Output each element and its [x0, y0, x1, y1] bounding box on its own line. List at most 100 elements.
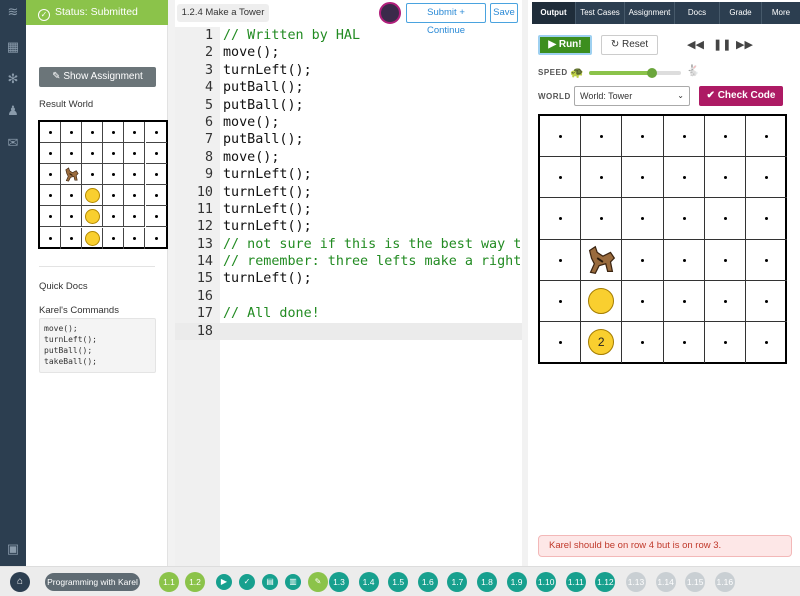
code-line[interactable]: 11 turnLeft();	[175, 201, 522, 218]
result-world-label: Result World	[39, 99, 94, 110]
unit-button[interactable]: 1.2	[185, 572, 205, 592]
speed-label: SPEED	[538, 68, 568, 77]
save-button[interactable]: Save	[490, 3, 518, 23]
reset-button[interactable]: ↻ Reset	[601, 35, 658, 55]
rewind-icon[interactable]: ◀◀	[687, 38, 704, 51]
grid-cell	[581, 157, 623, 199]
left-panel: ✓ Status: Submitted ✎ Show Assignment Res…	[26, 0, 168, 566]
grid-dot	[112, 194, 116, 198]
run-button[interactable]: ▶ Run!	[538, 35, 592, 55]
course-pill[interactable]: Programming with Karel	[45, 573, 140, 591]
lesson-button[interactable]: 1.7	[447, 572, 468, 592]
tab-output[interactable]: Output	[532, 2, 576, 24]
code-line[interactable]: 13 // not sure if this is the best way to	[175, 236, 529, 253]
code-line[interactable]: 6 move();	[175, 114, 522, 131]
grid-cell	[540, 322, 582, 364]
tab-assignment[interactable]: Assignment	[625, 2, 675, 24]
speed-slider-knob[interactable]	[646, 68, 657, 78]
lesson-button[interactable]: 1.6	[417, 572, 438, 592]
tab-more[interactable]: More	[762, 2, 800, 24]
gear-icon[interactable]: ✻	[6, 72, 20, 86]
grid-dot	[723, 135, 727, 138]
world-label: WORLD	[538, 92, 571, 101]
world-select[interactable]: World: Tower ⌄	[574, 86, 690, 106]
lesson-button-locked[interactable]: 1.16	[714, 572, 735, 592]
file-tab[interactable]: 1.2.4 Make a Tower	[177, 4, 269, 22]
lesson-button[interactable]: 1.11	[565, 572, 586, 592]
grid-cell	[622, 116, 664, 158]
lesson-button[interactable]: 1.5	[388, 572, 409, 592]
left-splitter[interactable]	[168, 0, 175, 566]
code-area[interactable]: 1// Written by HAL 2 move(); 3 turnLeft(); 4 p…	[175, 27, 529, 341]
code-line[interactable]: 17 // All done!	[175, 305, 522, 322]
grid-cell	[61, 164, 83, 186]
line-number: 12	[196, 219, 213, 235]
video-icon[interactable]: ▶	[216, 574, 232, 590]
grid-dot	[723, 258, 727, 262]
speed-slider[interactable]	[589, 68, 681, 78]
grid-cell	[124, 206, 146, 228]
code-text: turnLeft();	[223, 201, 312, 217]
lesson-button-locked[interactable]: 1.13	[626, 572, 646, 592]
logo-icon[interactable]: ≋	[6, 5, 20, 19]
unit-button[interactable]: 1.1	[159, 572, 179, 592]
page-icon[interactable]: ▥	[285, 574, 301, 590]
lesson-button[interactable]: 1.10	[536, 572, 557, 592]
lesson-button-locked[interactable]: 1.15	[685, 572, 706, 592]
doc-icon[interactable]: ▤	[262, 574, 278, 590]
code-line[interactable]: 9 turnLeft();	[175, 166, 522, 183]
line-number: 11	[196, 201, 213, 217]
karels-commands-label: Karel's Commands	[39, 305, 119, 316]
avatar[interactable]	[379, 2, 401, 24]
grid-dot	[559, 258, 562, 262]
code-line[interactable]: 1 // Written by HAL	[175, 27, 522, 44]
code-line[interactable]: 3 turnLeft();	[175, 62, 522, 79]
quiz-icon[interactable]: ✓	[239, 574, 255, 590]
pause-icon[interactable]: ❚❚	[713, 38, 731, 51]
lesson-button[interactable]: 1.12	[595, 572, 616, 592]
grid-cell	[103, 122, 125, 143]
reset-icon: ↻	[610, 39, 623, 50]
grid-cell	[82, 143, 104, 165]
code-line[interactable]: 15 turnLeft();	[175, 270, 522, 287]
lesson-button-locked[interactable]: 1.14	[655, 572, 676, 592]
grid-dot	[682, 176, 686, 180]
check-code-button[interactable]: ✔ Check Code	[699, 86, 783, 106]
karel-dog-icon	[582, 241, 620, 282]
tab-grade[interactable]: Grade	[720, 2, 762, 24]
code-line[interactable]: 7 putBall();	[175, 131, 522, 148]
grid-cell	[124, 122, 146, 143]
code-line[interactable]: 16	[175, 288, 522, 305]
code-line[interactable]: 4 putBall();	[175, 79, 522, 96]
grid-cell	[103, 206, 125, 228]
code-line[interactable]: 8 move();	[175, 149, 522, 166]
line-number: 5	[204, 97, 213, 113]
code-line[interactable]: 10 turnLeft();	[175, 184, 522, 201]
code-line[interactable]: 2 move();	[175, 44, 522, 61]
submit-continue-button[interactable]: Submit + Continue	[406, 3, 486, 36]
chat-icon[interactable]: ✉	[6, 136, 20, 150]
lesson-button[interactable]: 1.9	[506, 572, 527, 592]
home-icon[interactable]: ⌂	[10, 572, 30, 592]
grid-dot	[682, 341, 686, 344]
users-icon[interactable]: ♟	[6, 104, 20, 118]
grid-dot	[600, 217, 604, 221]
show-assignment-button[interactable]: ✎ Show Assignment	[39, 67, 156, 87]
pencil-icon[interactable]: ✎	[308, 572, 328, 592]
fast-forward-icon[interactable]: ▶▶	[736, 38, 753, 51]
code-line[interactable]: 18	[175, 322, 522, 341]
code-text: turnLeft();	[223, 219, 312, 235]
tab-docs[interactable]: Docs	[675, 2, 720, 24]
code-text: turnLeft();	[223, 167, 312, 183]
lesson-button[interactable]: 1.8	[477, 572, 497, 592]
tab-test-cases[interactable]: Test Cases	[576, 2, 625, 24]
grid-dot	[133, 236, 137, 240]
code-line[interactable]: 14 // remember: three lefts make a right	[175, 253, 522, 270]
lesson-button[interactable]: 1.3	[329, 572, 349, 592]
grid-cell	[581, 239, 623, 282]
layout-icon[interactable]: ▣	[6, 542, 20, 556]
code-line[interactable]: 12 turnLeft();	[175, 218, 522, 235]
code-line[interactable]: 5 putBall();	[175, 97, 522, 114]
calendar-icon[interactable]: ▦	[6, 40, 20, 54]
lesson-button[interactable]: 1.4	[358, 572, 379, 592]
